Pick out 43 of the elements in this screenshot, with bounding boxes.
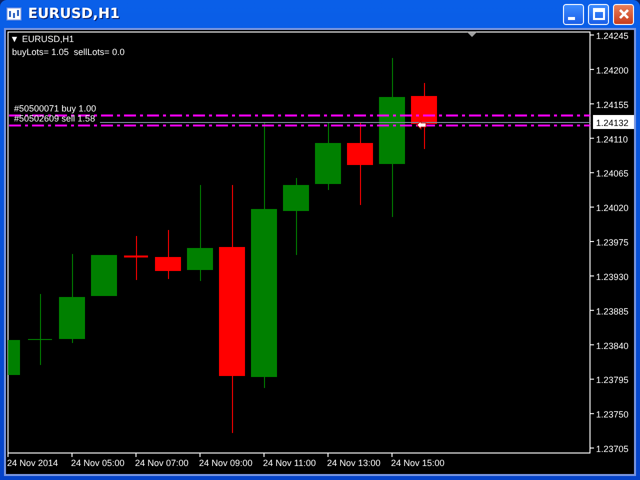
lots-info: buyLots= 1.05 sellLots= 0.0 (12, 47, 125, 57)
time-label: 24 Nov 15:00 (391, 458, 445, 468)
price-label: 1.23975 (596, 238, 629, 248)
candle (124, 236, 148, 280)
maximize-icon (592, 8, 604, 20)
close-icon (618, 8, 630, 20)
price-label: 1.24065 (596, 168, 629, 179)
price-label: 1.24020 (596, 203, 629, 214)
close-button[interactable] (613, 4, 634, 24)
price-label: 1.23885 (596, 306, 629, 316)
price-label: 1.24245 (596, 31, 629, 41)
price-label: 1.24155 (596, 100, 629, 110)
chart-shift-marker-icon[interactable] (467, 32, 477, 37)
minimize-icon (568, 16, 575, 20)
candle (28, 294, 52, 366)
candle (91, 255, 117, 296)
maximize-button[interactable] (588, 4, 609, 24)
order-label: #50502609 sell 1.58 (14, 114, 96, 124)
cursor-icon (416, 120, 426, 130)
chart-window-icon (6, 6, 22, 22)
time-label: 24 Nov 13:00 (327, 458, 381, 468)
chart-symbol: EURUSD,H1 (22, 34, 74, 44)
minimize-button[interactable] (563, 4, 584, 24)
menu-arrow-icon: ▼ (10, 34, 19, 44)
price-label: 1.23750 (596, 410, 629, 420)
candle (315, 122, 341, 190)
time-label: 24 Nov 09:00 (199, 458, 253, 468)
price-label: 1.23705 (596, 444, 629, 454)
window-title: EURUSD,H1 (28, 4, 120, 24)
time-label: 24 Nov 11:00 (263, 458, 316, 468)
current-price-label: 1.24132 (593, 115, 634, 129)
time-label: 24 Nov 2014 (7, 458, 58, 468)
price-label: 1.24110 (596, 134, 628, 144)
time-label: 24 Nov 07:00 (135, 458, 189, 468)
price-label: 1.23930 (596, 272, 629, 282)
price-label: 1.23795 (596, 375, 629, 386)
candle (8, 340, 20, 375)
price-label: 1.23840 (596, 340, 629, 351)
candle (411, 82, 437, 150)
candle (155, 230, 181, 280)
price-label: 1.24200 (596, 65, 629, 76)
time-label: 24 Nov 05:00 (71, 458, 125, 468)
order-label: #50500071 buy 1.00 (14, 104, 96, 114)
